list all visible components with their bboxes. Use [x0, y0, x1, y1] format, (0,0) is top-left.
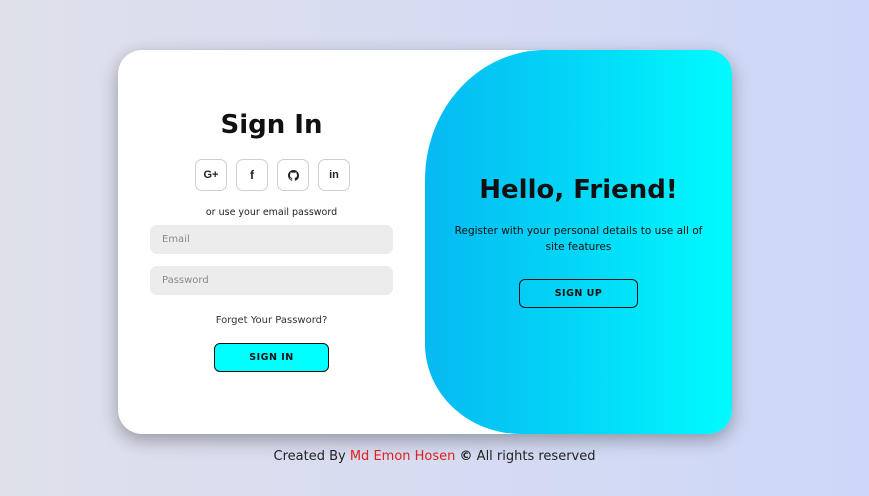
google-plus-button[interactable]: G+ — [195, 159, 227, 191]
sign-up-button[interactable]: SIGN UP — [519, 279, 638, 308]
sign-in-title: Sign In — [220, 110, 323, 140]
footer-prefix: Created By — [273, 449, 346, 464]
social-buttons: G+ f in — [195, 159, 350, 191]
welcome-title: Hello, Friend! — [479, 175, 678, 205]
linkedin-icon: in — [329, 169, 339, 181]
footer-author: Md Emon Hosen — [349, 449, 456, 464]
footer-suffix: All rights reserved — [476, 449, 596, 464]
google-plus-icon: G+ — [203, 169, 219, 181]
github-icon — [287, 169, 299, 181]
footer: Created By Md Emon Hosen © All rights re… — [0, 449, 869, 464]
password-input[interactable] — [150, 266, 393, 295]
auth-card: Sign In G+ f in or use your email passwo… — [118, 50, 732, 434]
forgot-password-link[interactable]: Forget Your Password? — [118, 315, 425, 326]
facebook-icon: f — [250, 168, 254, 182]
facebook-button[interactable]: f — [236, 159, 268, 191]
sign-in-panel: Sign In G+ f in or use your email passwo… — [118, 50, 425, 434]
email-input[interactable] — [150, 225, 393, 254]
welcome-panel: Hello, Friend! Register with your person… — [425, 50, 732, 434]
github-button[interactable] — [277, 159, 309, 191]
linkedin-button[interactable]: in — [318, 159, 350, 191]
copyright-icon: © — [459, 449, 473, 464]
welcome-text: Register with your personal details to u… — [454, 225, 703, 253]
email-hint: or use your email password — [205, 207, 338, 218]
sign-in-button[interactable]: SIGN IN — [214, 343, 329, 372]
